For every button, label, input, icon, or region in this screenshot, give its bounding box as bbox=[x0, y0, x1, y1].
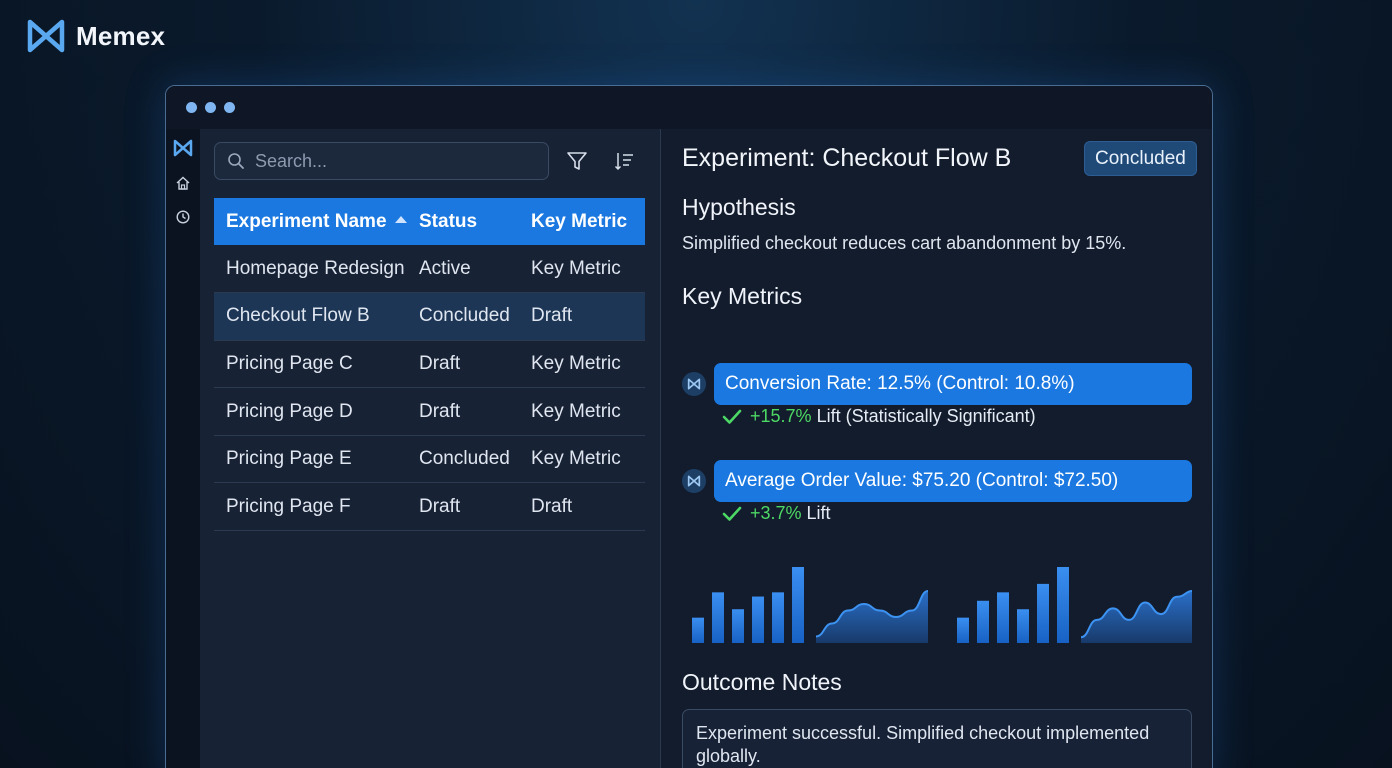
memex-logo-icon bbox=[687, 378, 701, 390]
chart-bar bbox=[732, 609, 744, 643]
metric-bar[interactable]: Conversion Rate: 12.5% (Control: 10.8%) bbox=[714, 363, 1192, 405]
column-header-metric[interactable]: Key Metric bbox=[519, 198, 645, 245]
sort-icon bbox=[614, 153, 633, 171]
cell-status: Draft bbox=[407, 340, 519, 389]
hypothesis-text: Simplified checkout reduces cart abandon… bbox=[682, 233, 1127, 253]
chart-bar bbox=[1017, 609, 1029, 643]
cell-name: Pricing Page C bbox=[214, 340, 407, 389]
lift-percent: +3.7% bbox=[750, 503, 802, 523]
chart-area bbox=[816, 591, 928, 643]
chart-bar bbox=[792, 567, 804, 643]
table-row[interactable]: Pricing Page C Draft Key Metric bbox=[214, 340, 645, 389]
metric-lift: +3.7% Lift bbox=[722, 503, 831, 524]
chart-bar bbox=[692, 617, 704, 643]
search-box[interactable] bbox=[214, 142, 549, 180]
filter-button[interactable] bbox=[565, 149, 589, 173]
window-dot[interactable] bbox=[186, 102, 197, 113]
status-badge: Concluded bbox=[1084, 141, 1197, 176]
window-dot[interactable] bbox=[205, 102, 216, 113]
metric-bar[interactable]: Average Order Value: $75.20 (Control: $7… bbox=[714, 460, 1192, 502]
chart-bar bbox=[997, 592, 1009, 643]
experiment-detail-pane: Experiment: Checkout Flow B Concluded Hy… bbox=[662, 129, 1212, 768]
search-input[interactable] bbox=[255, 150, 535, 172]
cell-status: Draft bbox=[407, 482, 519, 532]
chart-bar bbox=[1057, 567, 1069, 643]
sort-asc-icon bbox=[394, 215, 407, 223]
cell-metric: Key Metric bbox=[519, 387, 645, 436]
experiments-table: Experiment Name Status Key Metric Homepa… bbox=[214, 198, 645, 532]
metric-charts bbox=[692, 567, 1192, 643]
cell-name: Pricing Page E bbox=[214, 435, 407, 484]
memex-logo-icon bbox=[687, 475, 701, 487]
memex-logo-icon bbox=[27, 19, 65, 53]
table-header-row: Experiment Name Status Key Metric bbox=[214, 198, 645, 245]
metric-badge-icon bbox=[682, 469, 706, 493]
table-row[interactable]: Homepage Redesign Active Key Metric bbox=[214, 245, 645, 294]
nav-rail bbox=[166, 129, 200, 768]
cell-status: Active bbox=[407, 245, 519, 294]
metrics-heading: Key Metrics bbox=[682, 283, 803, 309]
lift-text: Lift (Statistically Significant) bbox=[811, 406, 1036, 426]
outcome-notes-field[interactable]: Experiment successful. Simplified checko… bbox=[682, 709, 1192, 768]
table-row[interactable]: Pricing Page D Draft Key Metric bbox=[214, 387, 645, 436]
cell-metric: Draft bbox=[519, 482, 645, 532]
chart-bar bbox=[752, 596, 764, 643]
cell-status: Draft bbox=[407, 387, 519, 436]
chart-bar bbox=[712, 592, 724, 643]
chart-bar bbox=[977, 600, 989, 643]
window-dot[interactable] bbox=[224, 102, 235, 113]
cell-metric: Draft bbox=[519, 292, 645, 341]
table-row[interactable]: Pricing Page F Draft Draft bbox=[214, 482, 645, 532]
check-icon bbox=[722, 409, 742, 424]
title-bar bbox=[166, 86, 1212, 129]
cell-name: Pricing Page D bbox=[214, 387, 407, 436]
history-icon[interactable] bbox=[175, 209, 191, 225]
column-header-status[interactable]: Status bbox=[407, 198, 519, 245]
cell-name: Pricing Page F bbox=[214, 482, 407, 532]
brand-name: Memex bbox=[76, 20, 166, 51]
sort-button[interactable] bbox=[612, 149, 636, 173]
experiment-list-pane: Experiment Name Status Key Metric Homepa… bbox=[200, 129, 661, 768]
chart-bar bbox=[772, 592, 784, 643]
notes-heading: Outcome Notes bbox=[682, 669, 842, 695]
cell-name: Homepage Redesign bbox=[214, 245, 407, 294]
filter-icon bbox=[567, 152, 587, 170]
table-row[interactable]: Pricing Page E Concluded Key Metric bbox=[214, 435, 645, 484]
chart-bar bbox=[957, 617, 969, 643]
lift-text: Lift bbox=[801, 503, 831, 523]
cell-status: Concluded bbox=[407, 292, 519, 341]
metric-lift: +15.7% Lift (Statistically Significant) bbox=[722, 406, 1036, 427]
home-icon[interactable] bbox=[175, 175, 191, 191]
cell-metric: Key Metric bbox=[519, 435, 645, 484]
cell-status: Concluded bbox=[407, 435, 519, 484]
search-icon bbox=[228, 153, 244, 169]
metric-badge-icon bbox=[682, 372, 706, 396]
brand: Memex bbox=[26, 18, 165, 54]
column-header-name[interactable]: Experiment Name bbox=[214, 198, 407, 245]
cell-name: Checkout Flow B bbox=[214, 292, 407, 341]
hypothesis-heading: Hypothesis bbox=[682, 194, 796, 220]
check-icon bbox=[722, 506, 742, 521]
cell-metric: Key Metric bbox=[519, 245, 645, 294]
detail-title: Experiment: Checkout Flow B bbox=[682, 144, 1012, 172]
app-window: Experiment Name Status Key Metric Homepa… bbox=[165, 85, 1213, 768]
metric-label: Average Order Value: $75.20 (Control: $7… bbox=[725, 470, 1119, 491]
memex-logo-icon[interactable] bbox=[173, 139, 193, 157]
metric-label: Conversion Rate: 12.5% (Control: 10.8%) bbox=[725, 373, 1075, 394]
chart-area bbox=[1081, 591, 1192, 643]
outcome-notes-text: Experiment successful. Simplified checko… bbox=[696, 723, 1150, 766]
table-row-selected[interactable]: Checkout Flow B Concluded Draft bbox=[214, 292, 645, 341]
lift-percent: +15.7% bbox=[750, 406, 812, 426]
chart-bar bbox=[1037, 583, 1049, 643]
cell-metric: Key Metric bbox=[519, 340, 645, 389]
